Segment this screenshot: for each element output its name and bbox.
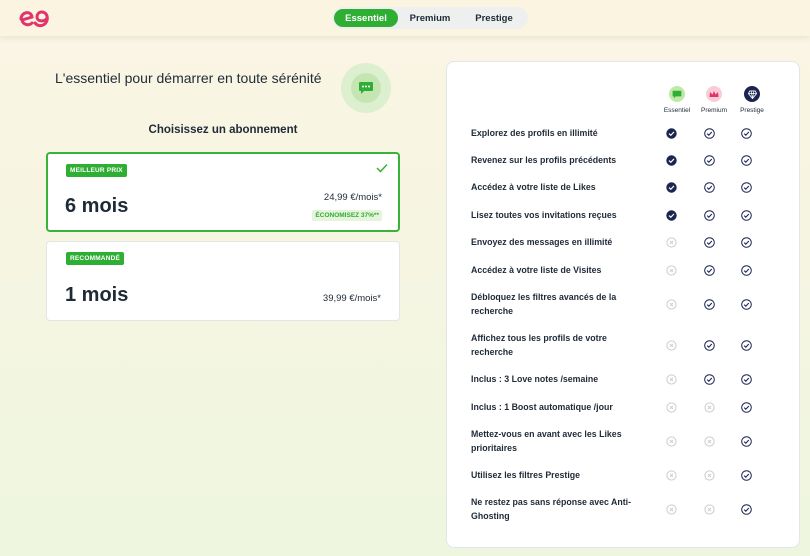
plan-duration: 6 mois	[65, 195, 129, 217]
plan-price: 24,99 €/mois*	[323, 192, 382, 203]
check-outline-icon	[703, 236, 715, 248]
plan-card-6-months[interactable]: MEILLEUR PRIX 6 mois 24,99 €/mois* ÉCONO…	[46, 152, 400, 232]
check-filled-icon	[665, 209, 677, 221]
cross-muted-icon	[703, 435, 715, 447]
cross-muted-icon	[665, 236, 677, 248]
feature-label: Mettez-vous en avant avec les Likes prio…	[471, 429, 622, 453]
check-outline-icon	[740, 127, 752, 139]
chat-bubble-icon	[359, 82, 373, 94]
check-filled-icon	[665, 154, 677, 166]
feature-label: Utilisez les filtres Prestige	[471, 469, 581, 480]
feature-label: Lisez toutes vos invitations reçues	[471, 209, 617, 220]
check-outline-icon	[740, 209, 752, 221]
feature-label: Inclus : 3 Love notes /semaine	[471, 373, 599, 384]
page-headline: L'essentiel pour démarrer en toute sérén…	[55, 70, 322, 86]
selected-check-icon	[376, 163, 388, 173]
chat-badge	[341, 63, 391, 113]
recommended-badge: RECOMMANDÉ	[66, 252, 125, 265]
cross-muted-icon	[665, 339, 677, 351]
tab-premium[interactable]: Premium	[398, 9, 462, 27]
cross-muted-icon	[703, 503, 715, 515]
check-outline-icon	[740, 298, 752, 310]
best-price-badge: MEILLEUR PRIX	[66, 164, 127, 177]
feature-label: Explorez des profils en illimité	[471, 127, 598, 138]
cross-muted-icon	[703, 401, 715, 413]
check-outline-icon	[740, 401, 752, 413]
check-outline-icon	[740, 154, 752, 166]
check-outline-icon	[703, 181, 715, 193]
check-outline-icon	[740, 469, 752, 481]
plan-duration: 1 mois	[65, 284, 129, 306]
feature-label: Ne restez pas sans réponse avec Anti-Gho…	[471, 497, 632, 521]
check-outline-icon	[740, 373, 752, 385]
column-prestige: Prestige	[732, 86, 772, 114]
check-outline-icon	[703, 209, 715, 221]
brand-logo-icon[interactable]	[18, 6, 52, 30]
crown-icon	[709, 91, 719, 97]
top-header: Essentiel Premium Prestige	[0, 0, 810, 36]
chat-bubble-icon	[672, 90, 682, 98]
diamond-icon	[747, 89, 757, 99]
tab-essentiel[interactable]: Essentiel	[334, 9, 398, 27]
cross-muted-icon	[703, 469, 715, 481]
column-essentiel: Essentiel	[657, 86, 697, 114]
check-outline-icon	[740, 339, 752, 351]
tab-prestige[interactable]: Prestige	[462, 9, 526, 27]
plan-card-1-month[interactable]: RECOMMANDÉ 1 mois 39,99 €/mois*	[46, 241, 400, 321]
check-outline-icon	[703, 154, 715, 166]
feature-label: Débloquez les filtres avancés de la rech…	[471, 292, 617, 316]
check-outline-icon	[740, 264, 752, 276]
check-outline-icon	[740, 181, 752, 193]
cross-muted-icon	[665, 298, 677, 310]
check-outline-icon	[703, 127, 715, 139]
plan-tier-tabs: Essentiel Premium Prestige	[332, 7, 528, 29]
cross-muted-icon	[665, 469, 677, 481]
feature-label: Inclus : 1 Boost automatique /jour	[471, 401, 613, 412]
cross-muted-icon	[665, 435, 677, 447]
savings-badge: ÉCONOMISEZ 37%**	[312, 210, 382, 221]
check-outline-icon	[703, 298, 715, 310]
feature-label: Accédez à votre liste de Visites	[471, 264, 602, 275]
feature-label: Affichez tous les profils de votre reche…	[471, 333, 607, 357]
check-outline-icon	[703, 339, 715, 351]
feature-comparison-card: Essentiel Premium Prestige Explorez des …	[446, 61, 800, 548]
feature-label: Envoyez des messages en illimité	[471, 236, 613, 247]
plan-price: 39,99 €/mois*	[322, 293, 381, 304]
check-outline-icon	[740, 435, 752, 447]
check-outline-icon	[703, 373, 715, 385]
check-outline-icon	[703, 264, 715, 276]
feature-label: Revenez sur les profils précédents	[471, 154, 617, 165]
check-outline-icon	[740, 503, 752, 515]
cross-muted-icon	[665, 401, 677, 413]
column-premium: Premium	[694, 86, 734, 114]
cross-muted-icon	[665, 264, 677, 276]
check-filled-icon	[665, 127, 677, 139]
cross-muted-icon	[665, 373, 677, 385]
feature-label: Accédez à votre liste de Likes	[471, 181, 596, 192]
check-filled-icon	[665, 181, 677, 193]
plans-subtitle: Choisissez un abonnement	[148, 124, 298, 136]
check-outline-icon	[740, 236, 752, 248]
cross-muted-icon	[665, 503, 677, 515]
